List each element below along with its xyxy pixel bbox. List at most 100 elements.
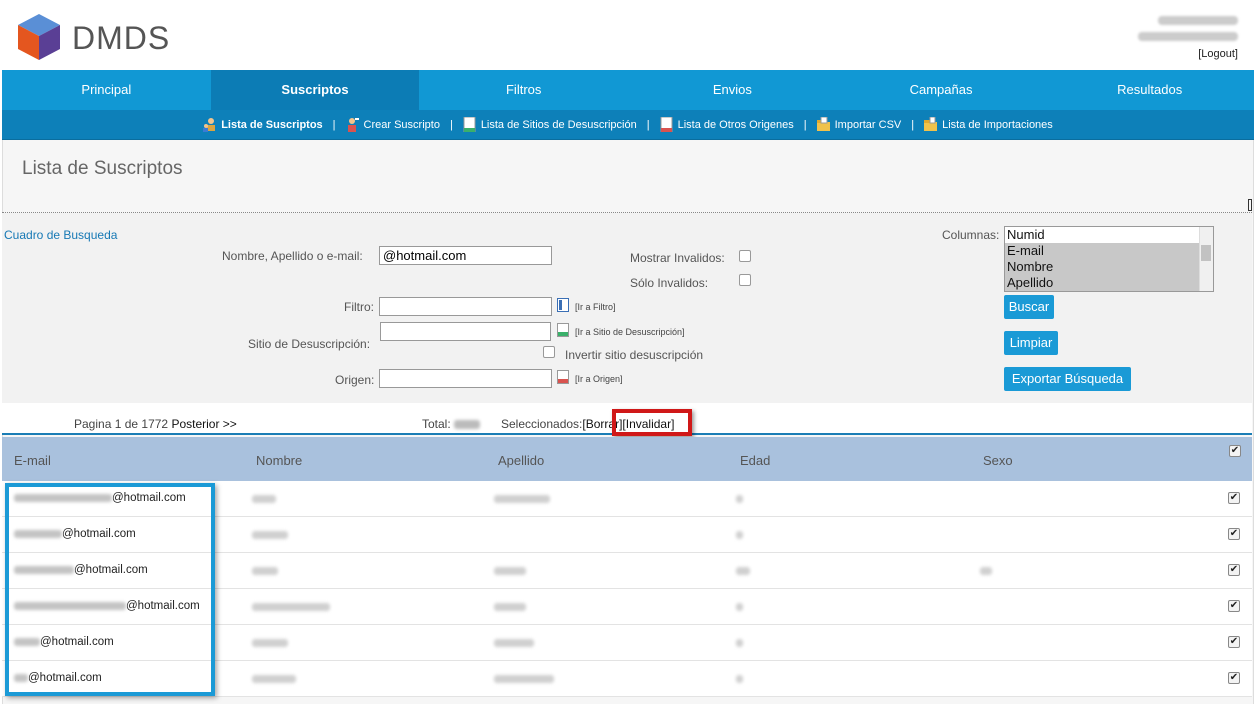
nombre-cell-blurred [252, 495, 276, 503]
filter-input[interactable] [379, 297, 552, 316]
column-header-edad[interactable]: Edad [740, 453, 770, 468]
filter-label: Filtro: [344, 300, 374, 314]
search-title: Cuadro de Busqueda [4, 228, 118, 242]
nav-campanas[interactable]: Campañas [837, 70, 1046, 110]
column-header-email[interactable]: E-mail [14, 453, 51, 468]
subnav-crear-suscripto[interactable]: Crear Suscripto [346, 117, 440, 132]
unsub-label: Sitio de Desuscripción: [248, 337, 371, 351]
subnav-sitios-desuscripcion[interactable]: Lista de Sitios de Desuscripción [463, 117, 637, 132]
subnav-otros-origenes[interactable]: Lista de Otros Origenes [660, 117, 794, 132]
edad-cell-blurred [736, 639, 743, 647]
column-option[interactable]: Nombre [1005, 259, 1213, 275]
page-info: Pagina 1 de 1772 [74, 417, 169, 431]
nav-resultados[interactable]: Resultados [1045, 70, 1254, 110]
name-email-input[interactable]: @hotmail.com [379, 246, 552, 265]
column-option[interactable]: Numid [1005, 227, 1213, 243]
total-label: Total: [422, 417, 451, 431]
nav-envios[interactable]: Envios [628, 70, 837, 110]
document-icon [463, 117, 476, 132]
origin-input[interactable] [379, 369, 552, 388]
scroll-marker [1248, 199, 1252, 211]
unsub-site-input[interactable] [380, 322, 551, 341]
subnav-lista-suscriptos[interactable]: Lista de Suscriptos [203, 117, 323, 132]
column-option[interactable]: E-mail [1005, 243, 1213, 259]
subnav-lista-importaciones[interactable]: Lista de Importaciones [924, 117, 1053, 132]
users-icon [203, 118, 216, 132]
row-checkbox[interactable]: ✔ [1228, 672, 1240, 684]
main-nav: Principal Suscriptos Filtros Envios Camp… [2, 70, 1254, 110]
page-title: Lista de Suscriptos [22, 158, 183, 179]
filter-picker-icon[interactable] [557, 298, 569, 312]
user-add-icon [347, 118, 359, 132]
subnav-label: Lista de Suscriptos [221, 118, 323, 131]
edad-cell-blurred [736, 675, 743, 683]
columns-scroll-thumb[interactable] [1201, 245, 1211, 261]
edad-cell-blurred [736, 495, 743, 503]
email-column-highlight [5, 483, 215, 696]
select-all-checkbox[interactable]: ✔ [1229, 445, 1241, 457]
total-value-blurred [453, 420, 480, 430]
unsub-picker-icon[interactable] [557, 323, 569, 337]
dmds-logo-icon [18, 14, 60, 60]
sexo-cell-blurred [980, 567, 992, 575]
export-button[interactable]: Exportar Búsqueda [1004, 367, 1131, 391]
column-header-sexo[interactable]: Sexo [983, 453, 1013, 468]
row-checkbox[interactable]: ✔ [1228, 528, 1240, 540]
subnav-label: Lista de Importaciones [942, 118, 1053, 131]
row-checkbox[interactable]: ✔ [1228, 636, 1240, 648]
subnav-separator: | [803, 118, 807, 131]
logout-link[interactable]: [Logout] [1198, 48, 1238, 60]
row-checkbox[interactable]: ✔ [1228, 492, 1240, 504]
user-info-blurred [1138, 32, 1238, 41]
nav-principal[interactable]: Principal [2, 70, 211, 110]
edad-cell-blurred [736, 531, 743, 539]
subnav-separator: | [449, 118, 453, 131]
column-header-apellido[interactable]: Apellido [498, 453, 544, 468]
apellido-cell-blurred [494, 603, 526, 611]
clear-button[interactable]: Limpiar [1004, 331, 1058, 355]
search-button[interactable]: Buscar [1004, 295, 1054, 319]
invalidate-highlight [612, 409, 692, 436]
total-count: Total: [422, 417, 480, 431]
row-checkbox[interactable]: ✔ [1228, 600, 1240, 612]
only-invalid-checkbox[interactable] [739, 274, 751, 286]
columns-multiselect[interactable]: Numid E-mail Nombre Apellido [1004, 226, 1214, 292]
subnav-label: Lista de Sitios de Desuscripción [480, 118, 637, 131]
subnav-separator: | [646, 118, 650, 131]
invert-unsub-label: Invertir sitio desuscripción [565, 348, 704, 362]
brand-name: DMDS [72, 20, 171, 56]
invert-unsub-checkbox[interactable] [543, 346, 555, 358]
next-page-link[interactable]: Posterior >> [171, 417, 236, 431]
go-origin-link[interactable]: [Ir a Origen] [575, 374, 623, 384]
selected-label: Seleccionados: [501, 417, 583, 431]
sub-nav: Lista de Suscriptos | Crear Suscripto | … [2, 110, 1254, 140]
nombre-cell-blurred [252, 639, 288, 647]
folder-list-icon [924, 117, 938, 131]
subnav-separator: | [332, 118, 336, 131]
folder-import-icon [816, 117, 830, 131]
origin-picker-icon[interactable] [557, 370, 569, 384]
subnav-label: Crear Suscripto [363, 118, 440, 131]
nombre-cell-blurred [252, 603, 330, 611]
column-option[interactable]: Apellido [1005, 275, 1213, 291]
nav-suscriptos[interactable]: Suscriptos [210, 70, 420, 110]
columns-label: Columnas: [942, 228, 1000, 242]
edad-cell-blurred [736, 603, 743, 611]
edad-cell-blurred [736, 567, 750, 575]
go-filter-link[interactable]: [Ir a Filtro] [575, 302, 616, 312]
subnav-importar-csv[interactable]: Importar CSV [816, 117, 901, 132]
nombre-cell-blurred [252, 675, 296, 683]
apellido-cell-blurred [494, 495, 550, 503]
nav-filtros[interactable]: Filtros [419, 70, 628, 110]
user-name-blurred [1158, 16, 1238, 25]
apellido-cell-blurred [494, 675, 554, 683]
column-header-nombre[interactable]: Nombre [256, 453, 302, 468]
go-unsub-link[interactable]: [Ir a Sitio de Desuscripción] [575, 327, 685, 337]
table-header [2, 437, 1252, 481]
subnav-label: Lista de Otros Origenes [677, 118, 794, 131]
origin-label: Origen: [335, 373, 375, 387]
row-checkbox[interactable]: ✔ [1228, 564, 1240, 576]
show-invalid-checkbox[interactable] [739, 250, 751, 262]
subnav-separator: | [911, 118, 915, 131]
nombre-cell-blurred [252, 567, 278, 575]
